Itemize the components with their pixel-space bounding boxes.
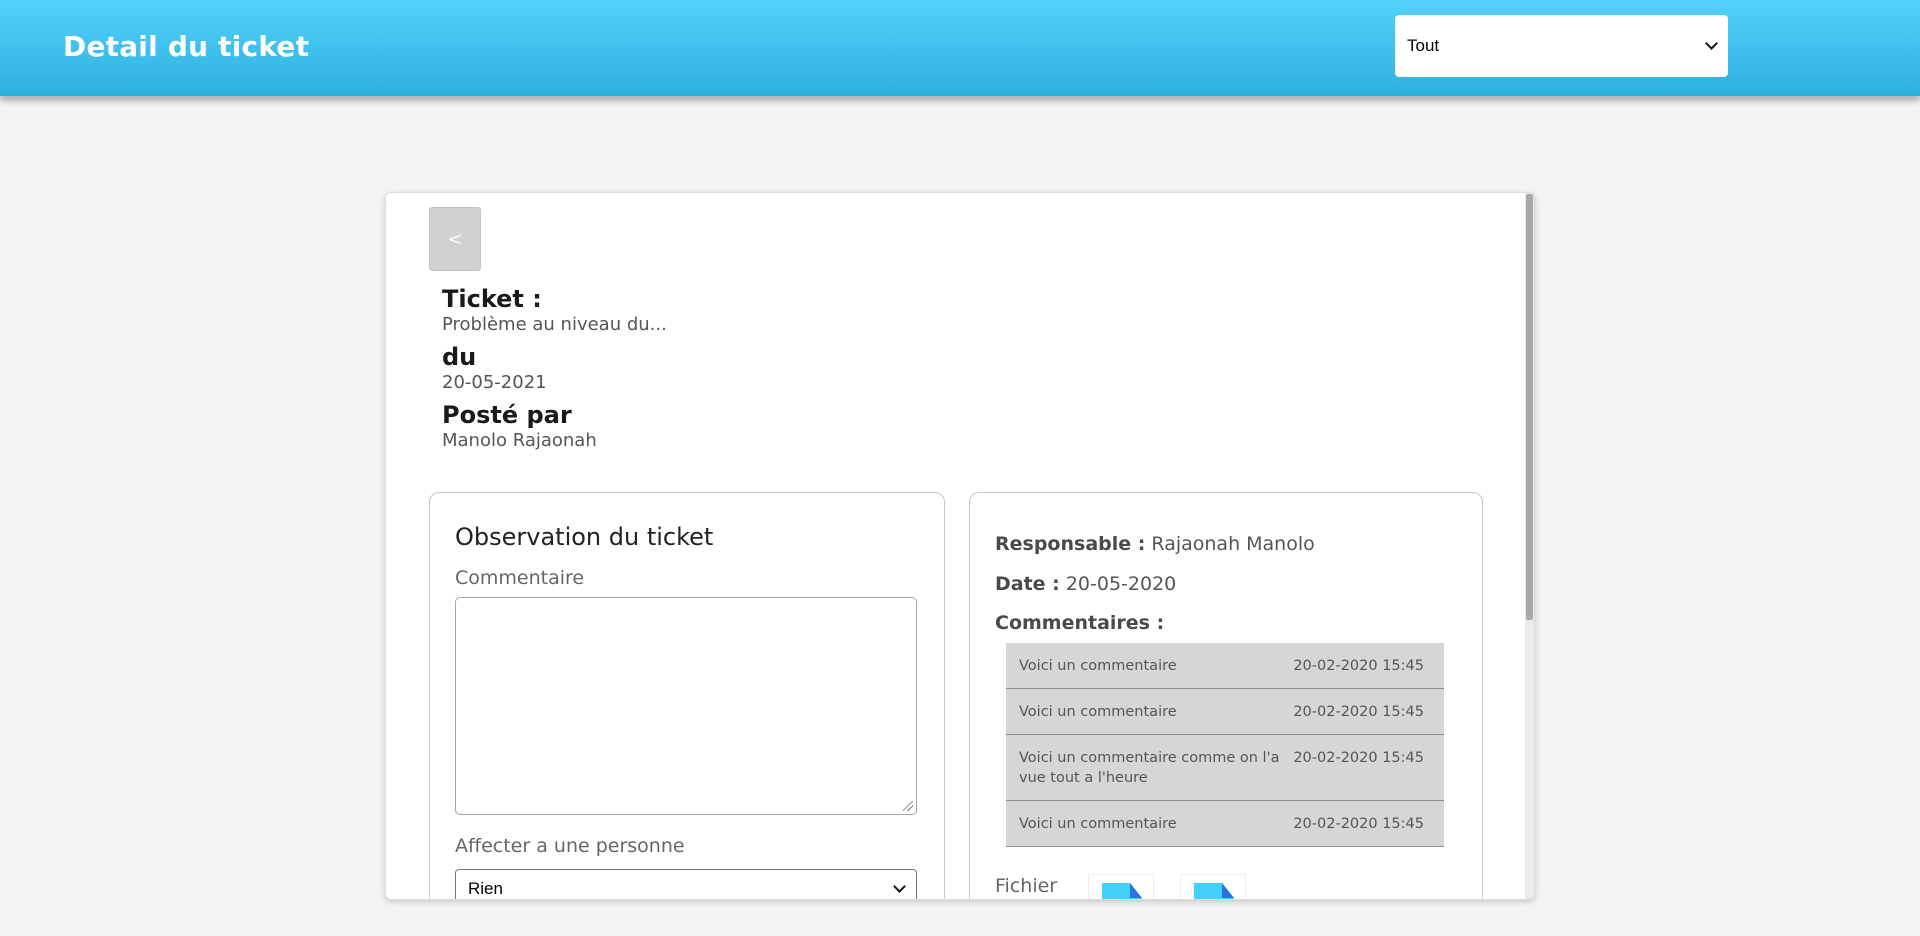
comment-label: Commentaire bbox=[455, 567, 585, 589]
scrollbar[interactable] bbox=[1525, 193, 1534, 899]
posted-by-label: Posté par bbox=[442, 401, 572, 429]
file-fold-icon bbox=[1130, 883, 1142, 898]
list-item: Voici un commentaire 20-02-2020 15:45 bbox=[1006, 689, 1444, 735]
comment-text: Voici un commentaire bbox=[1019, 658, 1177, 674]
page-title: Detail du ticket bbox=[63, 30, 310, 63]
assign-label: Affecter a une personne bbox=[455, 835, 685, 857]
ticket-label: Ticket : bbox=[442, 285, 542, 313]
ticket-subject: Problème au niveau du... bbox=[442, 314, 667, 335]
assign-person-select[interactable]: Rien bbox=[455, 869, 917, 899]
back-button[interactable]: < bbox=[429, 207, 481, 271]
comment-time: 20-02-2020 15:45 bbox=[1293, 816, 1424, 832]
observation-title: Observation du ticket bbox=[455, 523, 714, 551]
scrollbar-thumb[interactable] bbox=[1526, 194, 1533, 620]
date-line: Date : 20-05-2020 bbox=[995, 573, 1176, 595]
file-attachment[interactable] bbox=[1088, 874, 1154, 899]
comments-list: Voici un commentaire 20-02-2020 15:45 Vo… bbox=[1006, 643, 1444, 847]
file-fold-icon bbox=[1222, 883, 1234, 898]
filter-select[interactable]: Tout bbox=[1395, 15, 1728, 77]
date-value: 20-05-2020 bbox=[1065, 573, 1177, 595]
ticket-detail-card: < Ticket : Problème au niveau du... du 2… bbox=[385, 192, 1535, 900]
file-attachment[interactable] bbox=[1180, 874, 1246, 899]
comment-text: Voici un commentaire bbox=[1019, 704, 1177, 720]
ticket-date: 20-05-2021 bbox=[442, 372, 547, 393]
ticket-info: Ticket : Problème au niveau du... du 20-… bbox=[442, 285, 667, 459]
chevron-down-icon bbox=[893, 880, 906, 893]
comment-text: Voici un commentaire comme on l'a vue to… bbox=[1019, 750, 1280, 786]
posted-by-value: Manolo Rajaonah bbox=[442, 430, 597, 451]
top-bar: Detail du ticket Tout bbox=[0, 0, 1920, 96]
responsable-value: Rajaonah Manolo bbox=[1151, 533, 1315, 555]
comment-time: 20-02-2020 15:45 bbox=[1293, 658, 1424, 674]
comment-time: 20-02-2020 15:45 bbox=[1293, 704, 1424, 720]
chevron-down-icon bbox=[1705, 37, 1718, 50]
list-item: Voici un commentaire 20-02-2020 15:45 bbox=[1006, 643, 1444, 689]
assign-person-value: Rien bbox=[468, 879, 503, 898]
comment-textarea[interactable] bbox=[455, 597, 917, 815]
observation-panel: Observation du ticket Commentaire Affect… bbox=[429, 492, 945, 899]
responsable-label: Responsable : bbox=[995, 533, 1146, 555]
files-label: Fichier bbox=[995, 875, 1058, 897]
filter-select-value: Tout bbox=[1407, 36, 1440, 55]
date-label: Date : bbox=[995, 573, 1060, 595]
resize-handle-icon[interactable] bbox=[903, 801, 913, 811]
comments-line: Commentaires : bbox=[995, 612, 1164, 634]
comment-text: Voici un commentaire bbox=[1019, 816, 1177, 832]
ticket-date-label: du bbox=[442, 343, 477, 371]
comments-label: Commentaires : bbox=[995, 612, 1165, 634]
ticket-details-panel: Responsable : Rajaonah Manolo Date : 20-… bbox=[969, 492, 1483, 899]
list-item: Voici un commentaire 20-02-2020 15:45 bbox=[1006, 801, 1444, 847]
list-item: Voici un commentaire comme on l'a vue to… bbox=[1006, 735, 1444, 801]
comment-time: 20-02-2020 15:45 bbox=[1293, 750, 1424, 766]
responsable-line: Responsable : Rajaonah Manolo bbox=[995, 533, 1315, 555]
